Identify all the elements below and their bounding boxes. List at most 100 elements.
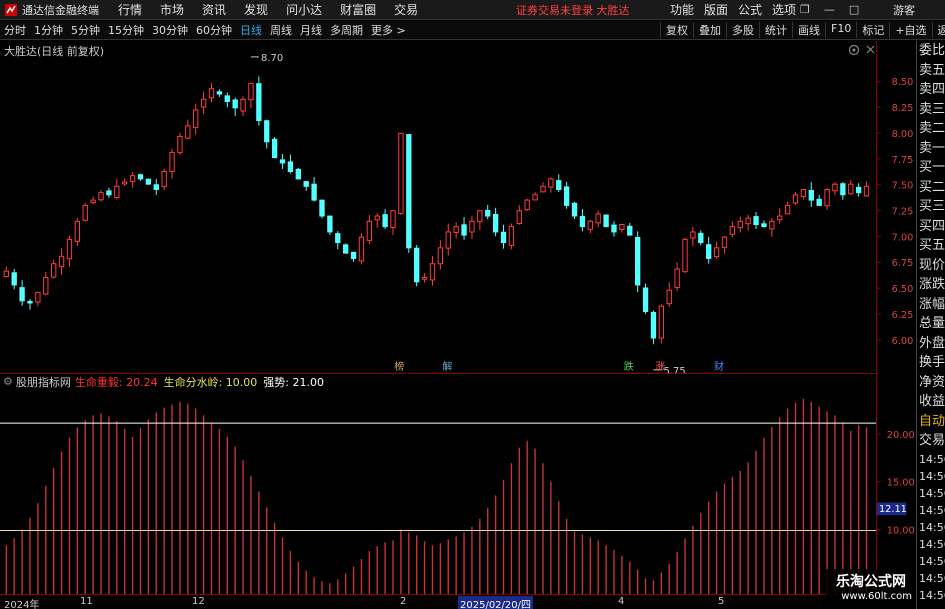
tool-add-watch[interactable]: +自选 [889,22,931,38]
indicator-chart[interactable] [0,389,876,594]
candle-body [508,226,515,246]
quote-label-ask5: 卖五 [919,62,945,78]
indicator-tick-label: 20.00 [887,430,915,441]
period-daily[interactable]: 日线 [236,22,266,38]
menu-item-ask[interactable]: 问小达 [277,1,331,18]
maximize-icon[interactable]: □ [849,3,859,16]
indicator-axis: 5.0010.0015.0020.0012.11 [876,373,915,594]
candle-body [311,183,317,201]
period-1min[interactable]: 1分钟 [30,22,67,38]
indicator-line1-value: 生命重毅: 20.24 [74,375,158,389]
candle-body [50,263,57,278]
candle-body [729,226,736,235]
candle-body [619,224,625,230]
candle-body [682,238,688,273]
tick-time: 14:56 [919,503,945,517]
candle-body [769,220,775,230]
price-tick-label: 7.50 [892,181,914,192]
time-label: 4 [618,596,625,607]
candle-body [477,210,483,223]
candle-body [90,199,96,203]
period-intraday[interactable]: 分时 [0,22,30,38]
candle-body [713,247,720,258]
tick-time: 14:56 [919,486,945,500]
candle-body [232,99,238,109]
period-60min[interactable]: 60分钟 [192,22,236,38]
period-monthly[interactable]: 月线 [296,22,326,38]
candle-body [114,185,120,198]
candle-body [106,190,112,196]
candle-body [248,82,254,101]
login-notice[interactable]: 证券交易未登录 大胜达 [516,2,630,18]
menu-item-function[interactable]: 功能 [665,1,699,18]
quote-label-change: 涨跌 [919,277,945,292]
menu-item-discover[interactable]: 发现 [235,1,277,18]
menu-item-news[interactable]: 资讯 [193,1,235,18]
tick-time: 14:56 [919,537,945,551]
period-5min[interactable]: 5分钟 [67,22,104,38]
candle-body [753,216,759,226]
candle-body [350,251,357,259]
candle-body [382,214,388,228]
restore-icon[interactable]: ❐ [800,3,810,16]
candle-body [256,83,262,122]
candle-body [437,247,444,265]
candle-body [500,231,507,244]
tool-overlay[interactable]: 叠加 [693,22,726,38]
menu-item-wealth[interactable]: 财富圈 [331,1,385,18]
candle-body [784,204,791,215]
auto-button[interactable]: 自动 [917,412,945,432]
event-marker: 榜 [394,360,404,373]
candle-body [82,204,88,221]
tool-multi-stock[interactable]: 多股 [726,22,759,38]
time-label: 11 [80,596,93,607]
quote-label-change-pct: 涨幅 [919,296,945,312]
guest-label[interactable]: 游客 [893,2,915,18]
high-annotation: 8.70 [261,53,283,64]
menu-item-trade[interactable]: 交易 [385,1,427,18]
candle-body [816,198,822,206]
quote-label-bid1: 买一 [919,160,945,175]
menu-item-options[interactable]: 选项 [767,1,801,18]
candle-body [848,183,854,195]
candle-body [414,247,420,283]
candle-body [737,220,743,229]
tool-mark[interactable]: 标记 [856,22,889,38]
candle-body [563,186,570,206]
candle-body [169,151,175,172]
period-15min[interactable]: 15分钟 [104,22,148,38]
trade-label[interactable]: 交易 [917,431,945,451]
candle-body [658,305,665,339]
indicator-name[interactable]: 股朋指标网 [16,374,71,390]
candle-body [706,244,712,259]
tick-time: 14:56 [919,452,945,466]
quote-label-turnover: 换手 [919,355,945,370]
candlestick-chart[interactable]: 8.70 5.75 榜 解 跌 涨 财 [0,41,876,373]
indicator-settings-icon[interactable]: ⚙ [3,375,13,388]
menu-item-layout[interactable]: 版面 [699,1,733,18]
tool-adjust[interactable]: 复权 [660,22,693,38]
chart-settings-icon[interactable] [848,44,860,56]
period-30min[interactable]: 30分钟 [148,22,192,38]
period-multi[interactable]: 多周期 [326,22,367,38]
minimize-icon[interactable]: — [824,3,835,16]
watermark-title: 乐淘公式网 [836,574,906,590]
tool-f10[interactable]: F10 [825,22,856,38]
candle-body [832,183,838,192]
candle-body [193,109,199,128]
app-logo-icon [3,2,19,18]
menu-item-market[interactable]: 行情 [109,1,151,18]
price-tick-label: 6.00 [892,336,914,347]
quote-label-bid2: 买二 [919,179,945,195]
menu-item-markets[interactable]: 市场 [151,1,193,18]
period-weekly[interactable]: 周线 [266,22,296,38]
period-more[interactable]: 更多 > [367,22,410,38]
menu-item-formula[interactable]: 公式 [733,1,767,18]
chart-close-icon[interactable] [866,45,875,54]
tool-back[interactable]: 返回 [931,22,945,38]
time-axis: 2024年 11 12 2 4 5 2025/02/20/四 [0,594,876,609]
candle-body [461,224,467,236]
candle-body [634,236,641,286]
tool-draw[interactable]: 画线 [792,22,825,38]
tool-stats[interactable]: 统计 [759,22,792,38]
